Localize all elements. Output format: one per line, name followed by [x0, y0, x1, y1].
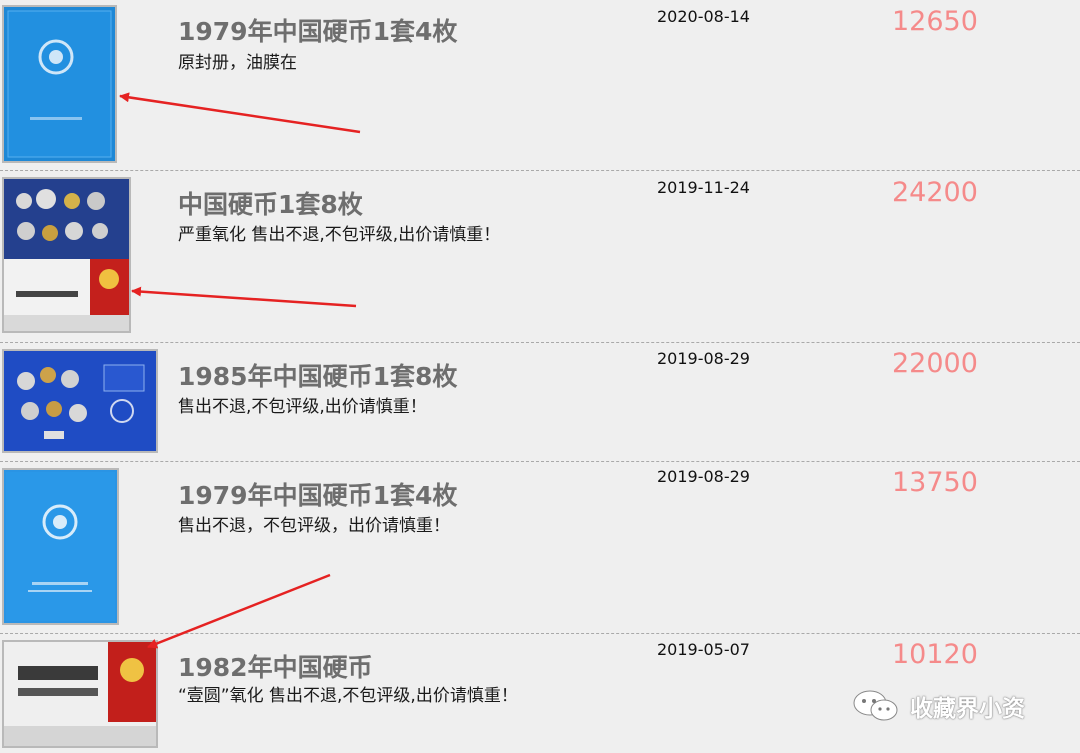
listing-thumbnail[interactable] — [2, 5, 117, 163]
listing-row[interactable]: 1985年中国硬币1套8枚 售出不退,不包评级,出价请慎重！ 2019-08-2… — [0, 343, 1080, 462]
listing-title[interactable]: 1979年中国硬币1套4枚 — [178, 12, 457, 48]
watermark-text: 收藏界小资 — [910, 696, 1025, 722]
blue-album-image — [6, 472, 115, 621]
listing-price: 22000 — [892, 348, 978, 379]
listing-title[interactable]: 中国硬币1套8枚 — [178, 185, 363, 221]
listing-date: 2019-05-07 — [657, 640, 750, 659]
listing-title[interactable]: 1979年中国硬币1套4枚 — [178, 476, 457, 512]
listing-description: 严重氧化 售出不退,不包评级,出价请慎重！ — [178, 225, 501, 245]
listing-price: 10120 — [892, 639, 978, 670]
blue-album-image — [7, 10, 112, 158]
listing-price: 12650 — [892, 6, 978, 37]
listing-date: 2020-08-14 — [657, 7, 750, 26]
listing-description: 售出不退,不包评级,出价请慎重！ — [178, 397, 427, 417]
listing-thumbnail[interactable] — [2, 349, 158, 453]
listing-title[interactable]: 1985年中国硬币1套8枚 — [178, 357, 457, 393]
listing-date: 2019-08-29 — [657, 349, 750, 368]
listing-row[interactable]: 中国硬币1套8枚 严重氧化 售出不退,不包评级,出价请慎重！ 2019-11-2… — [0, 171, 1080, 343]
listing-thumbnail[interactable] — [2, 468, 119, 625]
listing-thumbnail[interactable] — [2, 177, 131, 333]
china-coins-cover-image — [4, 642, 156, 746]
coin-set-card-image — [4, 179, 129, 331]
listing-row[interactable]: 1979年中国硬币1套4枚 原封册，油膜在 2020-08-14 12650 — [0, 0, 1080, 171]
blue-coin-set-image — [4, 351, 156, 451]
listing-row[interactable]: 1979年中国硬币1套4枚 售出不退，不包评级，出价请慎重！ 2019-08-2… — [0, 462, 1080, 634]
listing-date: 2019-08-29 — [657, 467, 750, 486]
listing-price: 13750 — [892, 467, 978, 498]
listing-description: “壹圆”氧化 售出不退,不包评级,出价请慎重！ — [178, 686, 518, 706]
listing-description: 原封册，油膜在 — [178, 53, 297, 73]
listing-description: 售出不退，不包评级，出价请慎重！ — [178, 516, 450, 536]
watermark: 收藏界小资 — [852, 688, 1025, 724]
wechat-icon — [853, 690, 898, 721]
listing-price: 24200 — [892, 177, 978, 208]
listing-date: 2019-11-24 — [657, 178, 750, 197]
listing-thumbnail[interactable] — [2, 640, 158, 748]
listing-title[interactable]: 1982年中国硬币 — [178, 648, 373, 684]
